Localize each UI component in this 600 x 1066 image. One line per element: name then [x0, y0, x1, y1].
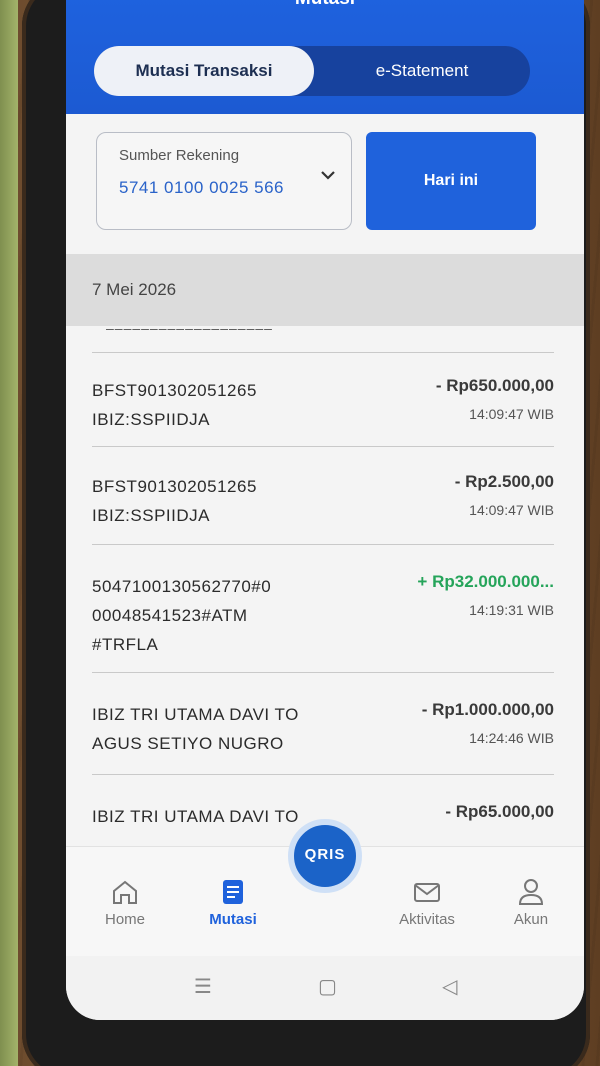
qris-button[interactable]: QRIS: [288, 819, 362, 893]
transaction-description: IBIZ TRI UTAMA DAVI TO AGUS SETIYO NUGRO: [92, 705, 299, 753]
back-icon[interactable]: ◁: [442, 974, 457, 999]
nav-aktivitas-label: Aktivitas: [399, 911, 455, 928]
transaction-description: IBIZ TRI UTAMA DAVI TO: [92, 807, 299, 826]
account-select[interactable]: Sumber Rekening 5741 0100 0025 566: [96, 132, 352, 230]
nav-aktivitas[interactable]: Aktivitas: [382, 877, 472, 928]
divider: [92, 672, 554, 673]
divider: [92, 352, 554, 353]
date-header: 7 Mei 2026: [66, 254, 584, 326]
home-button-icon[interactable]: ▢: [318, 974, 337, 999]
transaction-description: 5047100130562770#0 00048541523#ATM #TRFL…: [92, 577, 272, 654]
divider: [92, 446, 554, 447]
app-screen: Mutasi Mutasi Transaksi e-Statement Sumb…: [66, 0, 584, 1020]
transaction-description: BFST901302051265 IBIZ:SSPIIDJA: [92, 381, 257, 429]
list-document-icon: [223, 880, 243, 904]
transaction-amount: + Rp32.000.000...: [417, 572, 554, 591]
account-label: Sumber Rekening: [119, 147, 240, 164]
transaction-time: 14:09:47 WIB: [469, 502, 554, 518]
transaction-list: ––––––––––––––––––– BFST901302051265 IBI…: [66, 320, 584, 846]
divider: [92, 544, 554, 545]
bottom-navigation: Home Mutasi QRIS Aktivitas Akun: [66, 819, 584, 956]
transaction-amount: - Rp65.000,00: [445, 802, 554, 821]
tab-mutasi-transaksi[interactable]: Mutasi Transaksi: [94, 46, 314, 96]
date-filter-button[interactable]: Hari ini: [366, 132, 536, 230]
transaction-row[interactable]: IBIZ TRI UTAMA DAVI TO AGUS SETIYO NUGRO…: [92, 700, 554, 762]
transaction-description: BFST901302051265 IBIZ:SSPIIDJA: [92, 477, 257, 525]
tab-bar: Mutasi Transaksi e-Statement: [94, 46, 530, 96]
transaction-amount: - Rp650.000,00: [435, 376, 554, 395]
transaction-row[interactable]: 5047100130562770#0 00048541523#ATM #TRFL…: [92, 572, 554, 662]
nav-akun[interactable]: Akun: [486, 877, 576, 928]
account-number: 5741 0100 0025 566: [119, 178, 284, 197]
tab-e-statement[interactable]: e-Statement: [314, 46, 530, 96]
account-section: Sumber Rekening 5741 0100 0025 566 Hari …: [66, 114, 584, 254]
recent-apps-icon[interactable]: ☰: [194, 974, 212, 999]
nav-akun-label: Akun: [513, 911, 549, 928]
qris-label: QRIS: [304, 846, 346, 863]
partial-row-text: –––––––––––––––––––: [106, 320, 273, 332]
transaction-time: 14:09:47 WIB: [469, 406, 554, 422]
transaction-amount: - Rp2.500,00: [454, 472, 554, 491]
transaction-amount: - Rp1.000.000,00: [421, 700, 554, 719]
system-navigation-bar: ☰ ▢ ◁: [66, 956, 584, 1020]
nav-home[interactable]: Home: [80, 877, 170, 928]
transaction-time: 14:19:31 WIB: [469, 602, 554, 618]
app-header: Mutasi Mutasi Transaksi e-Statement: [66, 0, 584, 114]
transaction-row[interactable]: BFST901302051265 IBIZ:SSPIIDJA - Rp2.500…: [92, 472, 554, 532]
phone-frame: Mutasi Mutasi Transaksi e-Statement Sumb…: [22, 0, 590, 1066]
home-icon: [113, 880, 137, 904]
transaction-row[interactable]: BFST901302051265 IBIZ:SSPIIDJA - Rp650.0…: [92, 376, 554, 436]
mail-icon: [414, 883, 440, 902]
background-object: [0, 0, 18, 1066]
user-icon: [518, 879, 544, 905]
nav-mutasi[interactable]: Mutasi: [188, 877, 278, 928]
date-label: 7 Mei 2026: [92, 280, 177, 299]
divider: [92, 774, 554, 775]
nav-home-label: Home: [104, 911, 145, 928]
nav-mutasi-label: Mutasi: [209, 911, 257, 928]
transaction-time: 14:24:46 WIB: [469, 730, 554, 746]
chevron-down-icon: [321, 169, 335, 183]
page-title: Mutasi: [66, 0, 584, 10]
